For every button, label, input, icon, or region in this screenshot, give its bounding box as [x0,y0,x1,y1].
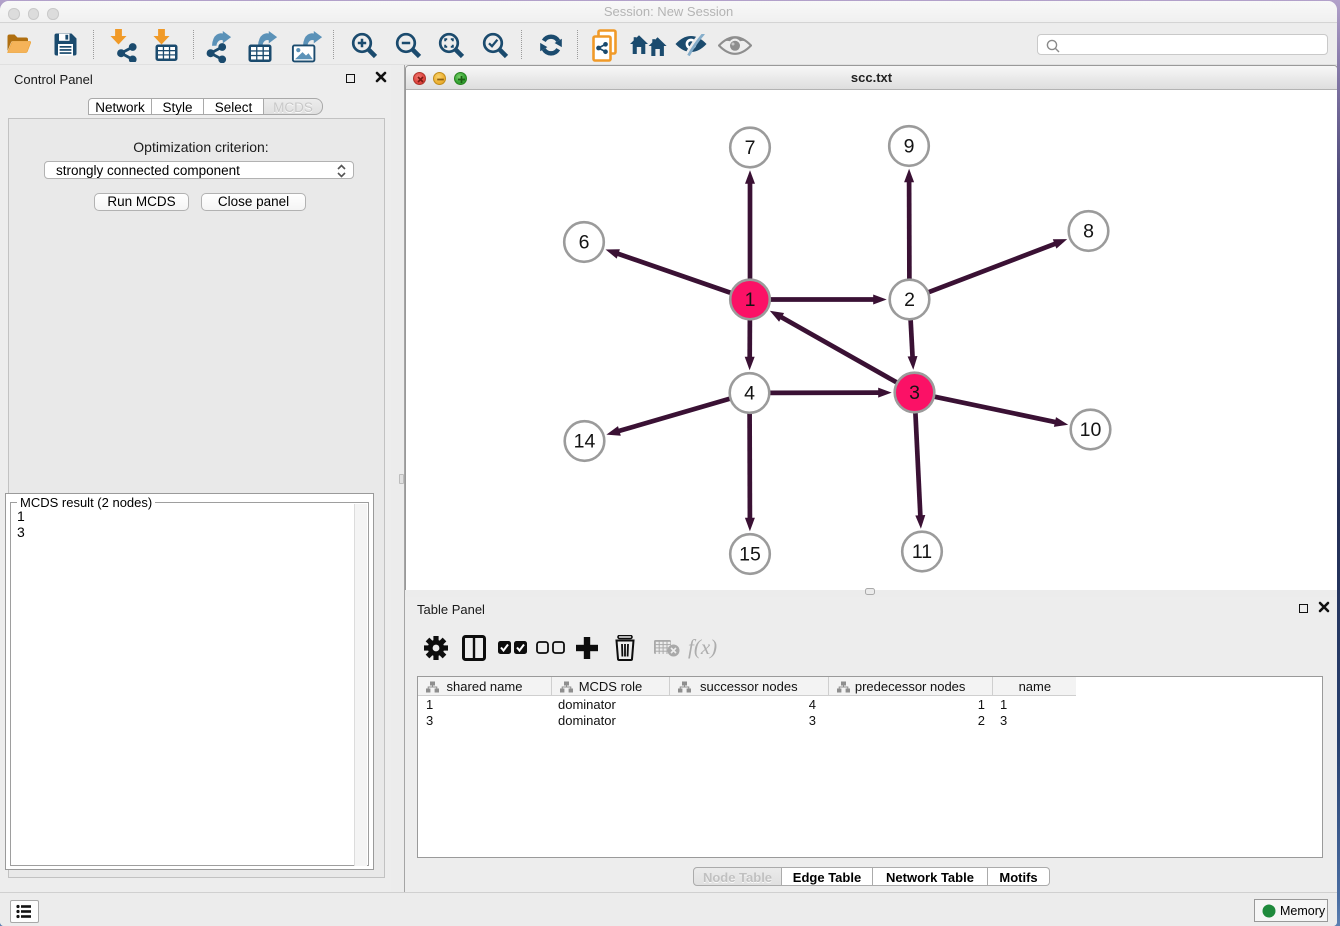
svg-text:1: 1 [745,289,756,311]
svg-text:15: 15 [739,544,761,566]
svg-text:3: 3 [909,382,920,404]
svg-text:9: 9 [904,136,915,158]
svg-text:8: 8 [1083,221,1094,243]
svg-text:7: 7 [745,137,756,159]
svg-text:10: 10 [1080,419,1102,441]
svg-text:2: 2 [904,289,915,311]
svg-text:4: 4 [744,383,755,405]
svg-text:11: 11 [912,541,932,563]
svg-text:14: 14 [574,431,596,453]
svg-text:6: 6 [579,232,590,254]
